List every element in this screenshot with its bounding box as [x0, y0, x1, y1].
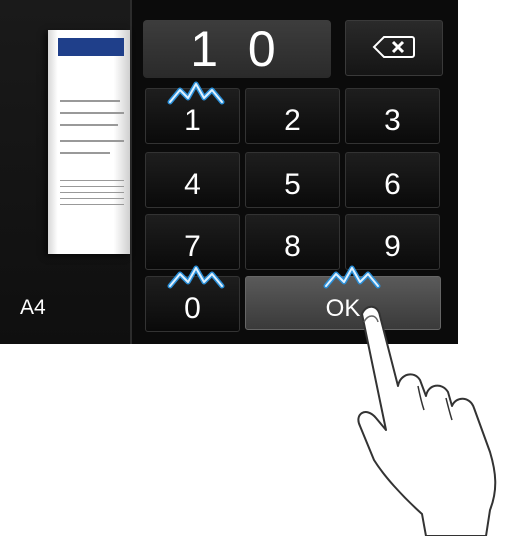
key-5[interactable]: 5: [245, 152, 340, 208]
preview-text-line: [60, 192, 124, 193]
copies-display: 1 0: [143, 20, 331, 78]
key-2[interactable]: 2: [245, 88, 340, 144]
key-9[interactable]: 9: [345, 214, 440, 270]
key-7[interactable]: 7: [145, 214, 240, 270]
key-6[interactable]: 6: [345, 152, 440, 208]
backspace-button[interactable]: [345, 20, 443, 76]
key-4[interactable]: 4: [145, 152, 240, 208]
preview-header-bar: [58, 38, 124, 56]
preview-panel: A4: [0, 0, 132, 344]
preview-text-line: [60, 124, 118, 126]
tap-indicator-icon: [167, 81, 225, 105]
touch-screen: A4 1 0 1 2 3 4 5 6 7 8 9 0 OK: [0, 0, 458, 344]
preview-text-line: [60, 198, 124, 199]
preview-text-line: [60, 180, 124, 181]
pointing-hand-icon: [357, 305, 497, 536]
tap-indicator-icon: [323, 265, 381, 289]
paper-size-label: A4: [20, 296, 46, 319]
key-8[interactable]: 8: [245, 214, 340, 270]
tap-indicator-icon: [167, 265, 225, 289]
preview-text-line: [60, 186, 124, 187]
preview-text-line: [60, 152, 110, 154]
key-3[interactable]: 3: [345, 88, 440, 144]
preview-text-line: [60, 100, 120, 102]
preview-text-line: [60, 204, 124, 205]
document-preview: [48, 30, 130, 254]
backspace-icon: [372, 36, 415, 58]
preview-text-line: [60, 112, 124, 114]
preview-text-line: [60, 140, 124, 142]
